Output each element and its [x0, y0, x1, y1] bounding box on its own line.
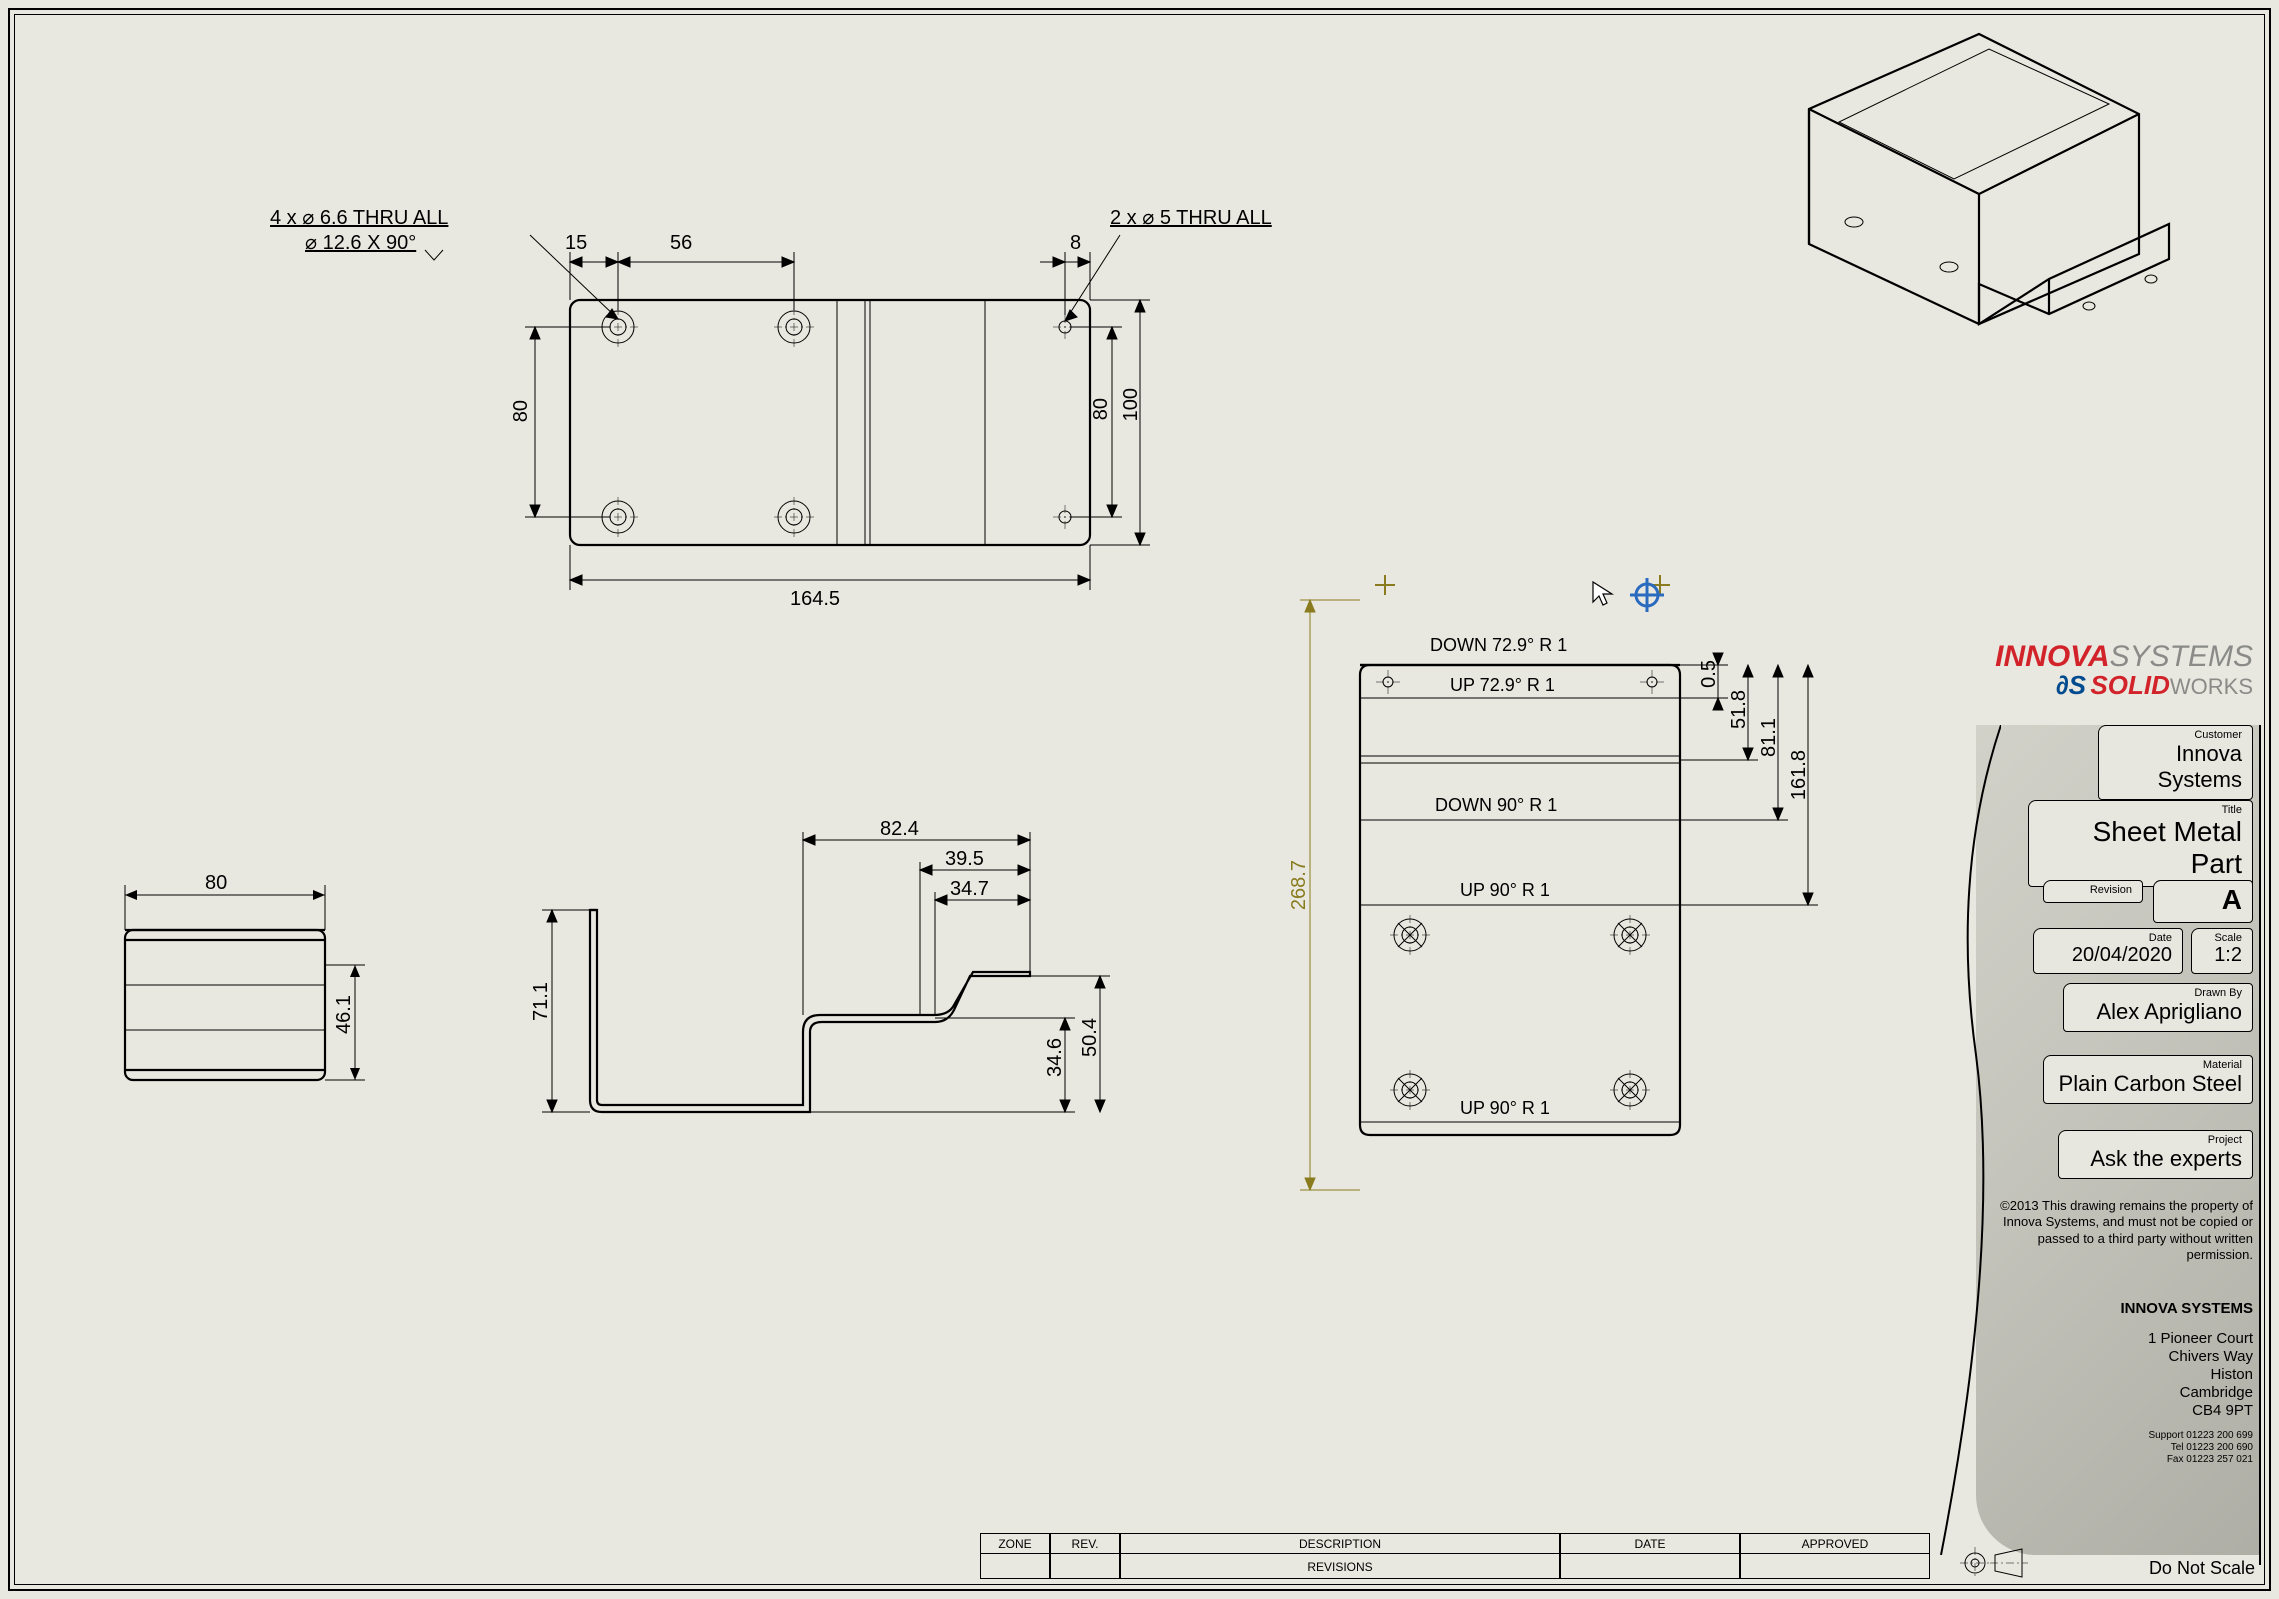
- dimension-15: 15: [565, 232, 587, 255]
- tel-support: Support 01223 200 699: [1953, 1430, 2253, 1442]
- bend-note-2: UP 72.9° R 1: [1450, 675, 1555, 696]
- dimension-164-5: 164.5: [790, 588, 840, 611]
- address-5: CB4 9PT: [1953, 1402, 2253, 1420]
- bend-note-5: UP 90° R 1: [1460, 1098, 1550, 1119]
- logo-works: WORKS: [2170, 674, 2253, 699]
- label-scale: Scale: [2202, 932, 2242, 944]
- dimension-50-4: 50.4: [1079, 1018, 1102, 1057]
- hole-callout-4x: 4 x ⌀ 6.6 THRU ALL: [270, 205, 448, 230]
- flat-pattern-view: DOWN 72.9° R 1 UP 72.9° R 1 DOWN 90° R 1…: [1280, 570, 1840, 1380]
- coordinate-target-icon: [1630, 578, 1664, 612]
- bend-note-4: UP 90° R 1: [1460, 880, 1550, 901]
- value-scale: 1:2: [2202, 944, 2242, 967]
- label-revision: Revision: [2054, 884, 2132, 896]
- dimension-46-1: 46.1: [333, 995, 356, 1034]
- projection-symbol-icon: [1960, 1543, 2030, 1583]
- logo-solid: SOLID: [2090, 670, 2169, 700]
- company-name: INNOVA SYSTEMS: [1953, 1300, 2253, 1318]
- rev-col-rev: REV.: [1051, 1534, 1119, 1554]
- dimension-39-5: 39.5: [945, 848, 984, 871]
- tel-main: Tel 01223 200 690: [1953, 1442, 2253, 1454]
- label-customer: Customer: [2109, 729, 2242, 741]
- address-3: Histon: [1953, 1366, 2253, 1384]
- dimension-80-left: 80: [510, 400, 533, 422]
- rev-col-date: DATE: [1561, 1534, 1739, 1554]
- dimension-81-1: 81.1: [1758, 718, 1781, 757]
- label-project: Project: [2069, 1134, 2242, 1146]
- dimension-161-8: 161.8: [1788, 750, 1811, 800]
- label-title: Title: [2039, 804, 2242, 816]
- left-view: 80 46.1: [70, 870, 380, 1170]
- address-4: Cambridge: [1953, 1384, 2253, 1402]
- front-view: 82.4 39.5 34.7 34.6 50.4 71.1: [510, 800, 1130, 1170]
- value-project: Ask the experts: [2069, 1146, 2242, 1172]
- dimension-0-5: 0.5: [1698, 660, 1721, 688]
- value-date: 20/04/2020: [2044, 944, 2172, 967]
- copyright-notice: ©2013 This drawing remains the property …: [1973, 1198, 2253, 1263]
- dimension-8: 8: [1070, 232, 1081, 255]
- value-customer: Innova Systems: [2109, 741, 2242, 793]
- title-block: INNOVASYSTEMS ∂S SOLIDWORKS Customer Inn…: [1941, 640, 2261, 1560]
- revisions-table: ZONE REV. DESCRIPTIONREVISIONS DATE APPR…: [980, 1533, 1940, 1579]
- logo: INNOVASYSTEMS ∂S SOLIDWORKS: [1953, 640, 2253, 701]
- label-material: Material: [2054, 1059, 2242, 1071]
- rev-col-approved: APPROVED: [1741, 1534, 1929, 1554]
- dimension-34-7: 34.7: [950, 878, 989, 901]
- dimension-82-4: 82.4: [880, 818, 919, 841]
- top-view: 15 56 8 164.5 80 80 100 4 x ⌀ 6.6 THRU A…: [510, 280, 1150, 620]
- rev-col-zone: ZONE: [981, 1534, 1049, 1554]
- address-2: Chivers Way: [1953, 1348, 2253, 1366]
- value-material: Plain Carbon Steel: [2054, 1071, 2242, 1097]
- dimension-34-6: 34.6: [1044, 1038, 1067, 1077]
- logo-ds-icon: ∂S: [2056, 670, 2086, 700]
- dimension-100: 100: [1120, 388, 1143, 421]
- dimension-56: 56: [670, 232, 692, 255]
- value-title: Sheet Metal Part: [2039, 816, 2242, 880]
- rev-col-desc: DESCRIPTION: [1121, 1534, 1559, 1554]
- do-not-scale: Do Not Scale: [2149, 1558, 2255, 1579]
- logo-systems: SYSTEMS: [2110, 640, 2253, 673]
- dimension-80-right: 80: [1090, 398, 1113, 420]
- dimension-268-7: 268.7: [1288, 860, 1311, 910]
- label-date: Date: [2044, 932, 2172, 944]
- logo-innova: INNOVA: [1995, 640, 2109, 673]
- tel-fax: Fax 01223 257 021: [1953, 1454, 2253, 1466]
- cursor-icon: [1590, 580, 1620, 610]
- bend-note-3: DOWN 90° R 1: [1435, 795, 1557, 816]
- hole-callout-2x: 2 x ⌀ 5 THRU ALL: [1110, 205, 1272, 230]
- dimension-71-1: 71.1: [530, 982, 553, 1021]
- bend-note-1: DOWN 72.9° R 1: [1430, 635, 1567, 656]
- isometric-view: [1739, 24, 2189, 374]
- dimension-80-endview: 80: [205, 872, 227, 895]
- value-drawnby: Alex Aprigliano: [2074, 999, 2242, 1025]
- hole-callout-csk: ⌀ 12.6 X 90°: [305, 230, 416, 255]
- rev-label: REVISIONS: [1121, 1554, 1559, 1580]
- label-drawnby: Drawn By: [2074, 987, 2242, 999]
- dimension-51-8: 51.8: [1728, 690, 1751, 729]
- address-1: 1 Pioneer Court: [1953, 1330, 2253, 1348]
- value-revision: A: [2164, 884, 2242, 916]
